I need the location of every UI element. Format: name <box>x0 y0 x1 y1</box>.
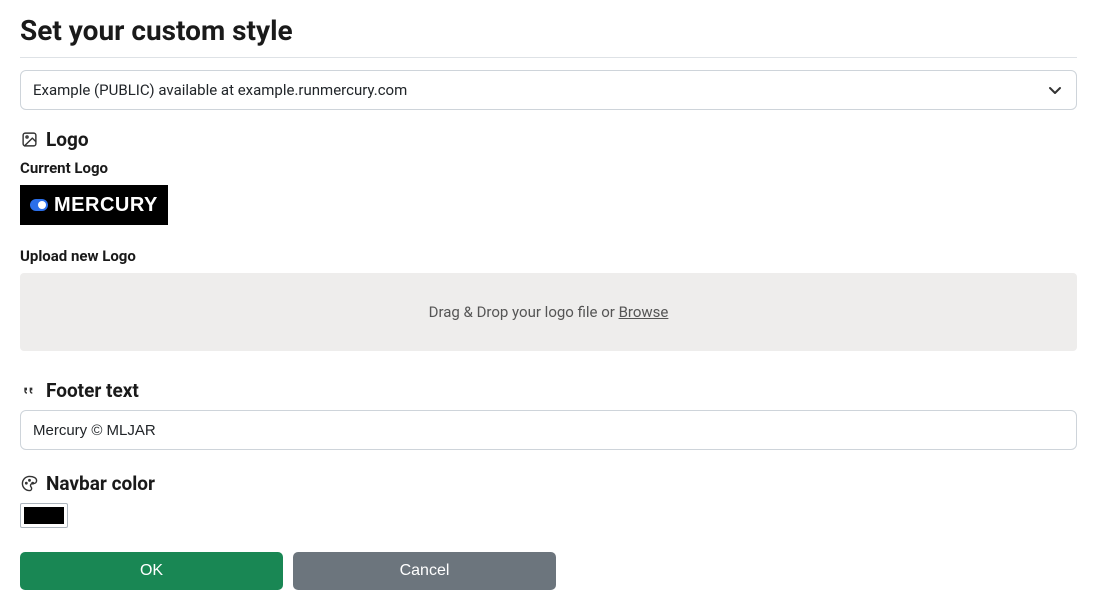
logo-dropzone[interactable]: Drag & Drop your logo file or Browse <box>20 273 1077 351</box>
footer-text-input[interactable] <box>20 410 1077 450</box>
ok-button[interactable]: OK <box>20 552 283 590</box>
logo-heading: Logo <box>46 128 89 151</box>
upload-logo-label: Upload new Logo <box>20 247 1077 265</box>
color-swatch <box>24 507 64 524</box>
divider <box>20 57 1077 58</box>
navbar-section-header: Navbar color <box>20 472 1077 495</box>
button-row: OK Cancel <box>20 552 1077 590</box>
page-title: Set your custom style <box>20 14 1077 47</box>
current-logo-label: Current Logo <box>20 159 1077 177</box>
footer-section-header: Footer text <box>20 379 1077 402</box>
footer-heading: Footer text <box>46 379 139 402</box>
cancel-button[interactable]: Cancel <box>293 552 556 590</box>
logo-section-header: Logo <box>20 128 1077 151</box>
navbar-heading: Navbar color <box>46 472 155 495</box>
logo-brand-text: MERCURY <box>54 194 158 217</box>
browse-link[interactable]: Browse <box>619 303 669 321</box>
site-select[interactable]: Example (PUBLIC) available at example.ru… <box>20 70 1077 110</box>
palette-icon <box>20 475 38 493</box>
quote-icon <box>20 382 38 400</box>
image-icon <box>20 131 38 149</box>
site-select-value: Example (PUBLIC) available at example.ru… <box>33 81 407 99</box>
logo-mark-icon <box>30 199 48 211</box>
dropzone-prefix: Drag & Drop your logo file or <box>429 303 619 321</box>
current-logo-image: MERCURY <box>20 185 168 225</box>
navbar-color-picker[interactable] <box>20 503 68 528</box>
